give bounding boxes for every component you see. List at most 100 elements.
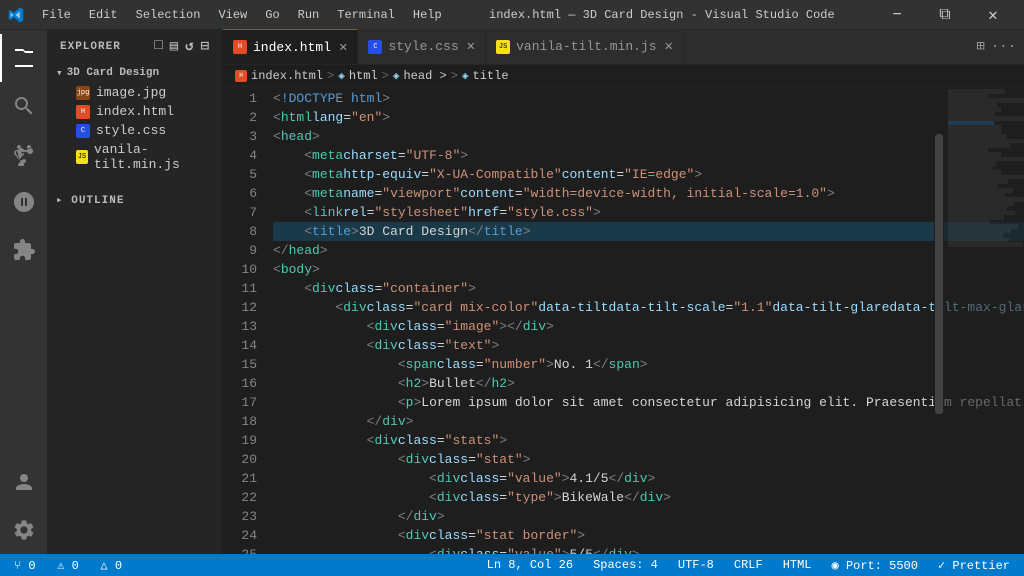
menu-run[interactable]: Run	[290, 6, 328, 24]
split-editor-icon[interactable]: ⊞	[976, 38, 984, 55]
explorer-label: Explorer	[60, 41, 121, 53]
code-line-8: <title>3D Card Design</title>	[273, 222, 1024, 241]
line-number-22: 22	[223, 488, 257, 507]
menu-terminal[interactable]: Terminal	[329, 6, 403, 24]
line-number-1: 1	[223, 89, 257, 108]
breadcrumb-title-icon: ◈	[462, 69, 469, 83]
status-port[interactable]: ◉ Port: 5500	[826, 558, 924, 573]
tab-stylecss[interactable]: C style.css ✕	[358, 29, 486, 64]
section-header-3dcard[interactable]: ▾ 3D Card Design	[48, 63, 222, 83]
activity-account-icon[interactable]	[0, 458, 48, 506]
new-folder-icon[interactable]: ▤	[170, 38, 179, 55]
code-line-11: <div class="container">	[273, 279, 1024, 298]
sidebar-item-vanilatilt[interactable]: JS vanila-tilt.min.js	[48, 140, 222, 174]
js-file-icon: JS	[76, 150, 88, 164]
refresh-icon[interactable]: ↺	[185, 38, 194, 55]
chevron-right-icon: ▸	[56, 195, 64, 207]
status-eol[interactable]: CRLF	[728, 558, 769, 572]
sidebar-item-image[interactable]: jpg image.jpg	[48, 83, 222, 102]
title-bar: File Edit Selection View Go Run Terminal…	[0, 0, 1024, 30]
breadcrumb-html[interactable]: html	[349, 69, 378, 83]
code-line-2: <html lang="en">	[273, 108, 1024, 127]
status-right: Ln 8, Col 26 Spaces: 4 UTF-8 CRLF HTML ◉…	[481, 558, 1016, 573]
tab-vanilatilt-close[interactable]: ✕	[665, 38, 673, 55]
menu-selection[interactable]: Selection	[128, 6, 209, 24]
line-number-12: 12	[223, 298, 257, 317]
status-prettier[interactable]: ✓ Prettier	[932, 558, 1016, 573]
line-number-24: 24	[223, 526, 257, 545]
tab-stylecss-close[interactable]: ✕	[467, 38, 475, 55]
status-encoding[interactable]: UTF-8	[672, 558, 720, 572]
collapse-icon[interactable]: ⊟	[201, 38, 210, 55]
tab-js-icon: JS	[496, 40, 510, 54]
line-number-13: 13	[223, 317, 257, 336]
menu-file[interactable]: File	[34, 6, 79, 24]
status-spaces[interactable]: Spaces: 4	[587, 558, 664, 572]
line-number-25: 25	[223, 545, 257, 554]
sidebar: Explorer □ ▤ ↺ ⊟ ▾ 3D Card Design jpg im…	[48, 30, 223, 554]
status-language[interactable]: HTML	[777, 558, 818, 572]
code-line-17: <p>Lorem ipsum dolor sit amet consectetu…	[273, 393, 1024, 412]
breadcrumb-head[interactable]: head >	[403, 69, 446, 83]
line-number-3: 3	[223, 127, 257, 146]
line-number-4: 4	[223, 146, 257, 165]
line-number-23: 23	[223, 507, 257, 526]
scrollbar-thumb[interactable]	[935, 134, 943, 414]
tab-stylecss-label: style.css	[388, 39, 458, 54]
sidebar-header-icons: □ ▤ ↺ ⊟	[154, 38, 210, 55]
editor[interactable]: 1234567891011121314151617181920212223242…	[223, 87, 1024, 554]
status-cursor[interactable]: Ln 8, Col 26	[481, 558, 579, 572]
minimize-button[interactable]: −	[874, 0, 920, 30]
maximize-button[interactable]: ⧉	[922, 0, 968, 30]
menu-edit[interactable]: Edit	[81, 6, 126, 24]
more-actions-icon[interactable]: ···	[991, 39, 1016, 55]
code-line-14: <div class="text">	[273, 336, 1024, 355]
status-branch[interactable]: ⑂ 0 ⚠ 0 △ 0	[8, 558, 128, 573]
menu-help[interactable]: Help	[405, 6, 450, 24]
activity-source-control-icon[interactable]	[0, 130, 48, 178]
breadcrumb-head-icon: ◈	[393, 69, 400, 83]
activity-debug-icon[interactable]	[0, 178, 48, 226]
code-line-6: <meta name="viewport" content="width=dev…	[273, 184, 1024, 203]
breadcrumb-file[interactable]: index.html	[251, 69, 323, 83]
sidebar-header: Explorer □ ▤ ↺ ⊟	[48, 30, 222, 63]
code-line-1: <!DOCTYPE html>	[273, 89, 1024, 108]
section-title: 3D Card Design	[67, 67, 159, 79]
activity-extensions-icon[interactable]	[0, 226, 48, 274]
tab-css-icon: C	[368, 40, 382, 54]
line-number-10: 10	[223, 260, 257, 279]
activity-search-icon[interactable]	[0, 82, 48, 130]
vscode-icon	[8, 7, 24, 23]
activity-settings-icon[interactable]	[0, 506, 48, 554]
close-button[interactable]: ✕	[970, 0, 1016, 30]
outline-section[interactable]: ▸ OUTLINE	[48, 190, 222, 210]
line-number-15: 15	[223, 355, 257, 374]
html-file-icon: H	[76, 105, 90, 119]
line-number-9: 9	[223, 241, 257, 260]
breadcrumb-sep2: >	[382, 69, 389, 83]
new-file-icon[interactable]: □	[154, 38, 163, 55]
main-area: H index.html ✕ C style.css ✕ JS vanila-t…	[223, 30, 1024, 554]
sidebar-item-indexhtml[interactable]: H index.html	[48, 102, 222, 121]
tab-vanilatilt[interactable]: JS vanila-tilt.min.js ✕	[486, 29, 684, 64]
jpg-file-icon: jpg	[76, 86, 90, 100]
activity-files-icon[interactable]	[0, 34, 48, 82]
editor-content[interactable]: <!DOCTYPE html><html lang="en"><head> <m…	[265, 87, 1024, 554]
sidebar-file-name-image: image.jpg	[96, 85, 166, 100]
tab-indexhtml-close[interactable]: ✕	[339, 39, 347, 56]
breadcrumb-title[interactable]: title	[473, 69, 509, 83]
code-line-4: <meta charset="UTF-8">	[273, 146, 1024, 165]
menu-view[interactable]: View	[210, 6, 255, 24]
minimap	[944, 87, 1024, 554]
tab-indexhtml-label: index.html	[253, 40, 331, 55]
scrollbar[interactable]	[934, 87, 944, 554]
tab-vanilatilt-label: vanila-tilt.min.js	[516, 39, 656, 54]
tab-bar: H index.html ✕ C style.css ✕ JS vanila-t…	[223, 30, 1024, 65]
sidebar-item-stylecss[interactable]: C style.css	[48, 121, 222, 140]
chevron-down-icon: ▾	[56, 66, 63, 80]
code-line-21: <div class="value">4.1/5</div>	[273, 469, 1024, 488]
tab-indexhtml[interactable]: H index.html ✕	[223, 29, 358, 64]
line-number-11: 11	[223, 279, 257, 298]
menu-go[interactable]: Go	[257, 6, 287, 24]
breadcrumb-sep1: >	[327, 69, 334, 83]
